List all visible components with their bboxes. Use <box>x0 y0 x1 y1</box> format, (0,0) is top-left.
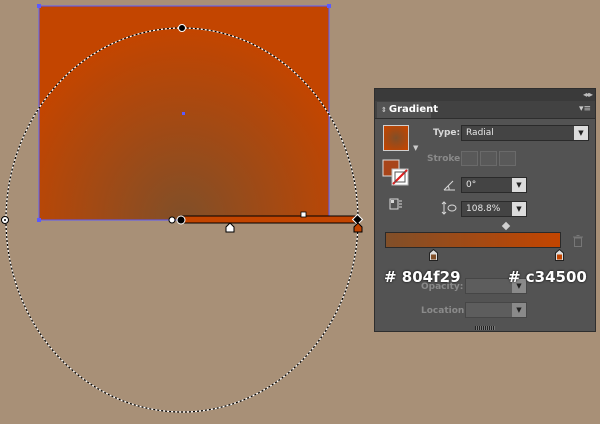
ellipse-resize-handle-top[interactable] <box>178 24 186 32</box>
panel-resize-grip[interactable] <box>475 326 495 330</box>
annotator-stop-right[interactable] <box>353 222 363 233</box>
selection-handle[interactable] <box>327 4 331 8</box>
selection-handle[interactable] <box>37 218 41 222</box>
type-label: Type: <box>433 128 461 138</box>
annotator-start-point[interactable] <box>176 215 186 225</box>
angle-value: 0° <box>466 180 477 190</box>
annotator-stop-left[interactable] <box>225 222 235 233</box>
start-color-annotation: # 804f29 <box>384 268 461 286</box>
stroke-along-icon[interactable] <box>480 151 497 166</box>
chevron-down-icon[interactable]: ▼ <box>512 202 526 216</box>
annotator-midpoint[interactable] <box>300 211 307 218</box>
end-color-annotation: # c34500 <box>508 268 587 286</box>
trash-icon[interactable] <box>573 235 583 247</box>
stroke-gradient-options <box>461 151 518 169</box>
gradient-preview-swatch[interactable] <box>383 125 409 151</box>
aspect-ratio-icon <box>441 201 457 215</box>
type-dropdown[interactable]: Radial ▼ <box>461 125 589 141</box>
angle-field[interactable]: 0° ▼ <box>461 177 527 193</box>
ellipse-inner-dot <box>4 219 6 221</box>
stroke-within-icon[interactable] <box>461 151 478 166</box>
panel-title: Gradient <box>388 104 439 115</box>
angle-icon <box>443 180 455 191</box>
location-label: Location: <box>421 306 468 316</box>
location-field[interactable]: ▼ <box>465 302 527 318</box>
panel-tabbar: ⇕ Gradient ▾≡ <box>375 101 595 119</box>
double-chevron-left-icon[interactable]: ◂◂ <box>583 89 589 101</box>
gradient-stop-left[interactable] <box>429 249 438 261</box>
stroke-label: Stroke: <box>427 154 464 164</box>
chevron-down-icon[interactable]: ▼ <box>512 303 526 317</box>
gradient-slider-bar[interactable] <box>385 232 561 248</box>
tab-collapse-arrows-icon[interactable]: ⇕ <box>381 106 387 114</box>
annotator-origin-handle[interactable] <box>168 216 176 224</box>
gradient-stop-right[interactable] <box>555 249 564 261</box>
aspect-ratio-field[interactable]: 108.8% ▼ <box>461 201 527 217</box>
aspect-ratio-value: 108.8% <box>466 204 501 214</box>
gradient-midpoint-diamond[interactable] <box>501 221 511 231</box>
tab-gradient[interactable]: ⇕ Gradient <box>377 102 438 118</box>
annotator-gradient-slider[interactable] <box>179 215 359 224</box>
close-icon[interactable]: ▸ <box>589 89 595 101</box>
reverse-gradient-icon[interactable] <box>389 197 403 211</box>
panel-topbar: ◂◂ ▸ <box>375 89 595 101</box>
swatch-dropdown-icon[interactable]: ▼ <box>413 144 418 152</box>
chevron-down-icon[interactable]: ▼ <box>512 178 526 192</box>
fill-stroke-swatch[interactable] <box>382 159 410 187</box>
chevron-down-icon[interactable]: ▼ <box>574 126 588 140</box>
panel-menu-icon[interactable]: ▾≡ <box>579 104 591 114</box>
selection-handle[interactable] <box>37 4 41 8</box>
selection-center-point <box>182 112 185 115</box>
type-value: Radial <box>466 128 494 138</box>
stroke-across-icon[interactable] <box>499 151 516 166</box>
gradient-panel: ◂◂ ▸ ⇕ Gradient ▾≡ ▼ Type: Radial ▼ Strok… <box>374 88 596 332</box>
